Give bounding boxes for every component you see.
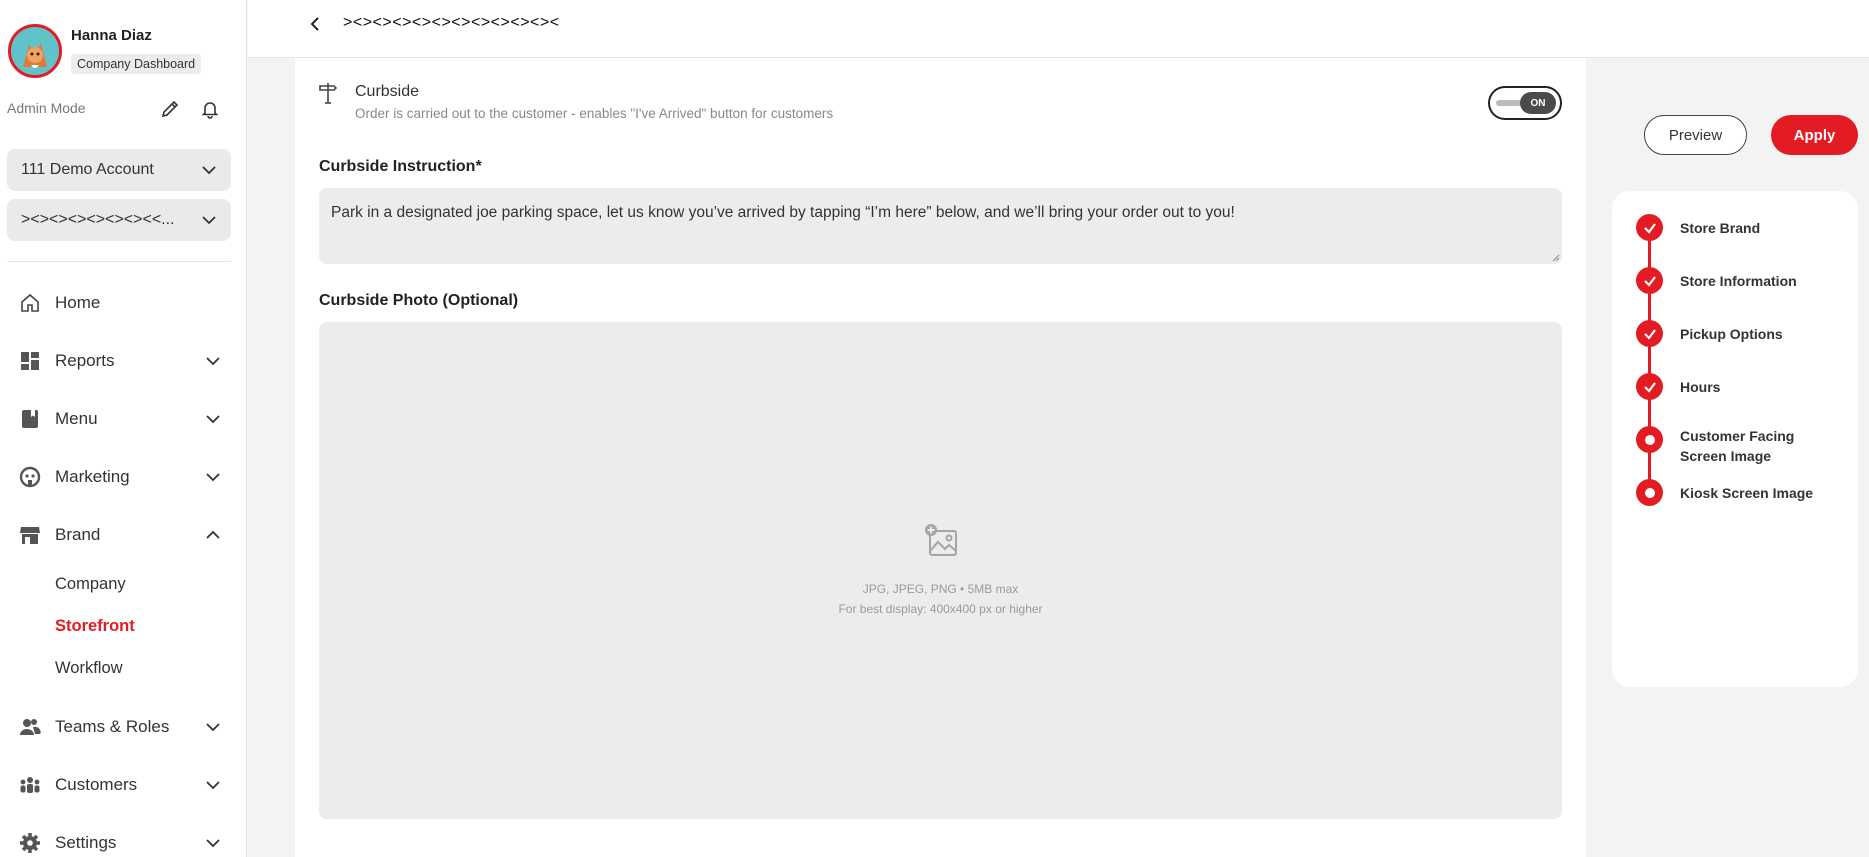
user-name: Hanna Diaz <box>71 27 152 44</box>
chevron-down-icon <box>203 409 223 429</box>
toggle-track <box>1496 100 1522 106</box>
step-pending-icon <box>1636 479 1663 506</box>
edit-icon[interactable] <box>157 96 183 122</box>
back-button[interactable] <box>303 12 327 36</box>
toggle-state: ON <box>1520 92 1556 114</box>
group-icon <box>18 773 42 797</box>
checkmark-icon <box>1636 214 1663 241</box>
step-label: Store Brand <box>1680 220 1761 236</box>
store-select-value: ><><><><><><><<... <box>21 211 175 228</box>
chevron-down-icon <box>202 166 216 175</box>
sidebar-item-settings[interactable]: Settings <box>18 827 223 857</box>
step-label: Store Information <box>1680 273 1797 289</box>
checkmark-icon <box>1636 373 1663 400</box>
step-store-brand[interactable]: Store Brand <box>1636 214 1830 241</box>
curbside-instruction-textarea[interactable]: Park in a designated joe parking space, … <box>319 188 1562 264</box>
curbside-toggle[interactable]: ON <box>1488 86 1562 120</box>
sidebar-item-menu[interactable]: Menu <box>18 403 223 435</box>
home-icon <box>18 291 42 315</box>
people-icon <box>18 715 42 739</box>
sidebar: Hanna Diaz Company Dashboard Admin Mode … <box>0 0 247 857</box>
sidebar-item-label: Menu <box>55 409 98 428</box>
photo-upload-dropzone[interactable]: JPG, JPEG, PNG • 5MB max For best displa… <box>319 322 1562 819</box>
sidebar-item-label: Teams & Roles <box>55 717 170 736</box>
sidebar-item-label: Settings <box>55 833 117 852</box>
chevron-up-icon <box>203 525 223 545</box>
chevron-down-icon <box>203 467 223 487</box>
gear-icon <box>18 831 42 855</box>
sidebar-item-reports[interactable]: Reports <box>18 345 223 377</box>
add-image-icon <box>924 523 960 559</box>
step-label: Hours <box>1680 379 1721 395</box>
checkmark-icon <box>1636 320 1663 347</box>
curbside-instruction-label: Curbside Instruction* <box>319 158 482 175</box>
sidebar-item-customers[interactable]: Customers <box>18 769 223 801</box>
step-label: Customer Facing Screen Image <box>1680 428 1795 464</box>
step-label: Pickup Options <box>1680 326 1783 342</box>
dashboard-icon <box>18 349 42 373</box>
marketing-icon <box>18 465 42 489</box>
apply-button[interactable]: Apply <box>1771 115 1858 155</box>
store-select[interactable]: ><><><><><><><<... <box>7 199 231 241</box>
sidebar-subitem-workflow[interactable]: Workflow <box>55 659 123 678</box>
sidebar-item-label: Reports <box>55 351 115 370</box>
sidebar-divider <box>7 261 231 262</box>
bell-icon[interactable] <box>197 96 223 122</box>
sidebar-subitem-company[interactable]: Company <box>55 575 126 594</box>
sidebar-item-label: Home <box>55 293 101 312</box>
chevron-down-icon <box>203 775 223 795</box>
sidebar-item-brand[interactable]: Brand <box>18 519 223 551</box>
resize-grip-icon[interactable] <box>1550 252 1560 262</box>
book-icon <box>18 407 42 431</box>
chevron-down-icon <box>202 216 216 225</box>
step-customer-facing-screen-image[interactable]: Customer Facing Screen Image <box>1636 426 1830 466</box>
chevron-left-icon <box>310 17 319 31</box>
chevron-down-icon <box>203 351 223 371</box>
sidebar-item-marketing[interactable]: Marketing <box>18 461 223 493</box>
curbside-title: Curbside <box>355 83 420 100</box>
chevron-down-icon <box>203 833 223 853</box>
account-select[interactable]: 111 Demo Account <box>7 149 231 191</box>
preview-button[interactable]: Preview <box>1644 115 1747 155</box>
step-label: Kiosk Screen Image <box>1680 485 1814 501</box>
sidebar-subitem-storefront[interactable]: Storefront <box>55 617 135 636</box>
chevron-down-icon <box>203 717 223 737</box>
checkmark-icon <box>1636 267 1663 294</box>
page-title: ><><><><><><><><><><>< <box>343 14 560 31</box>
upload-format-hint: JPG, JPEG, PNG • 5MB max <box>862 582 1019 596</box>
step-hours[interactable]: Hours <box>1636 373 1830 400</box>
step-pickup-options[interactable]: Pickup Options <box>1636 320 1830 347</box>
curbside-description: Order is carried out to the customer - e… <box>355 106 834 121</box>
step-pending-icon <box>1636 426 1663 453</box>
sidebar-item-home[interactable]: Home <box>18 287 223 319</box>
curbside-instruction-value: Park in a designated joe parking space, … <box>331 204 1235 221</box>
sidebar-item-teams-roles[interactable]: Teams & Roles <box>18 711 223 743</box>
admin-mode-label: Admin Mode <box>7 100 86 116</box>
account-select-value: 111 Demo Account <box>21 161 154 178</box>
curbside-photo-label: Curbside Photo (Optional) <box>319 292 519 309</box>
step-store-information[interactable]: Store Information <box>1636 267 1830 294</box>
step-kiosk-screen-image[interactable]: Kiosk Screen Image <box>1636 479 1830 506</box>
avatar[interactable] <box>8 24 62 78</box>
store-icon <box>18 523 42 547</box>
signpost-icon <box>318 82 338 104</box>
role-badge: Company Dashboard <box>71 54 202 74</box>
sidebar-item-label: Brand <box>55 525 101 544</box>
upload-size-hint: For best display: 400x400 px or higher <box>838 602 1043 616</box>
sidebar-item-label: Customers <box>55 775 138 794</box>
sidebar-item-label: Marketing <box>55 467 130 486</box>
